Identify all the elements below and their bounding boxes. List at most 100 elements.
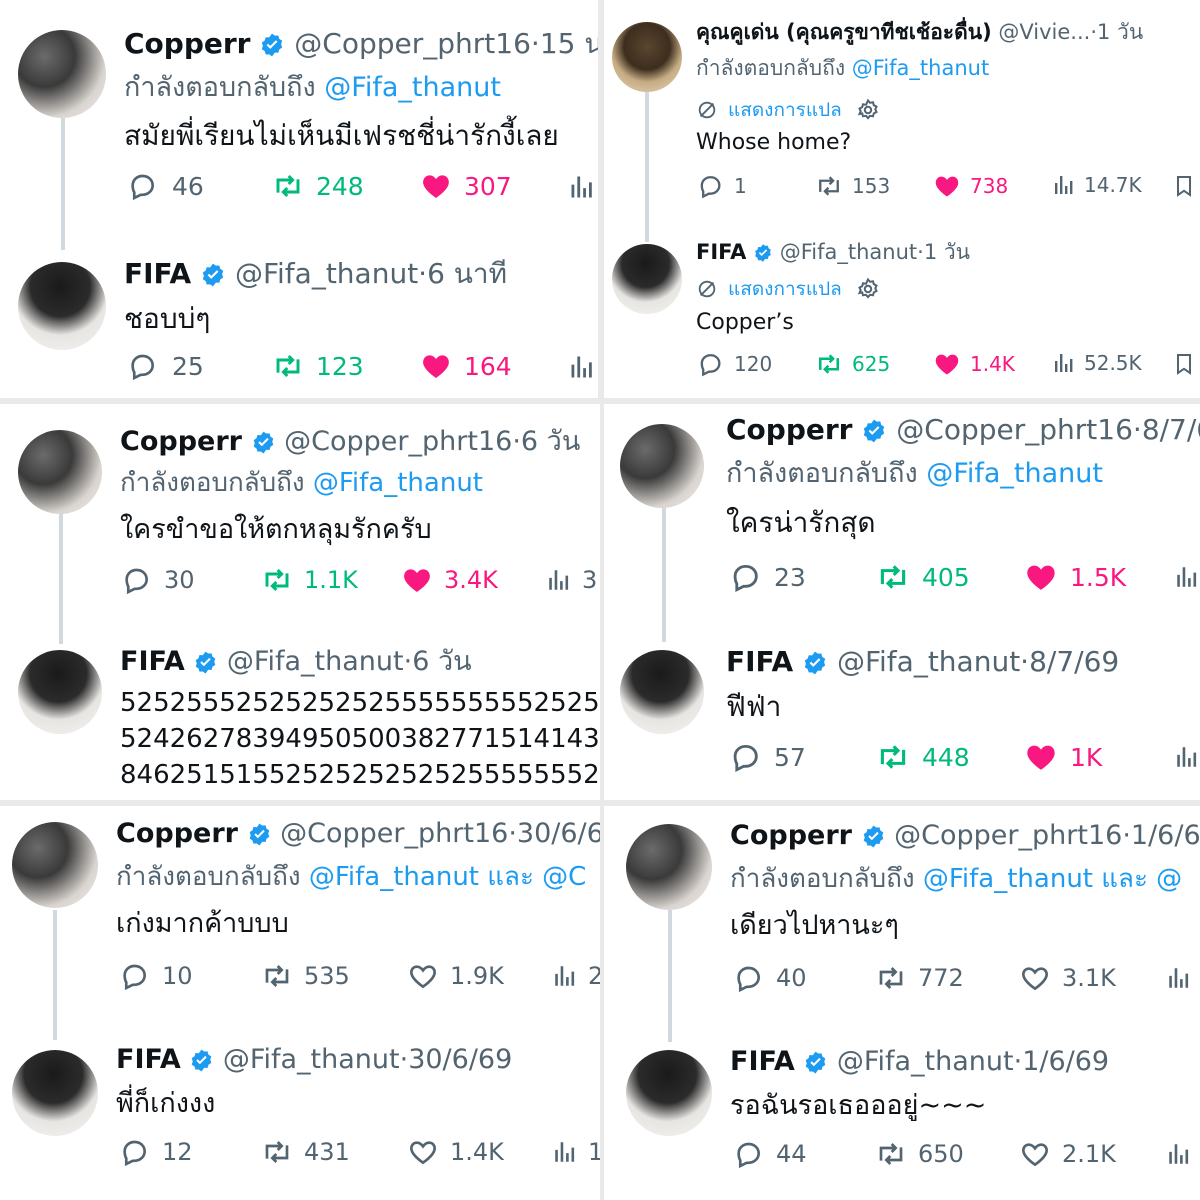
avatar[interactable] (18, 650, 102, 734)
display-name[interactable]: Copperr (726, 413, 852, 446)
views-button[interactable] (1166, 1140, 1192, 1168)
timestamp[interactable]: 6 วัน (412, 646, 471, 677)
avatar[interactable] (620, 424, 704, 508)
retweet-button[interactable]: 153 (814, 172, 890, 200)
display-name[interactable]: FIFA (124, 257, 191, 290)
handle[interactable]: @Fifa_thanut (227, 646, 404, 677)
like-button[interactable]: 1K (1022, 740, 1102, 774)
handle[interactable]: @Fifa_thanut (780, 240, 917, 264)
retweet-button[interactable]: 405 (874, 560, 970, 594)
reply-button[interactable]: 30 (120, 564, 195, 596)
reply-button[interactable]: 46 (126, 170, 204, 202)
like-button[interactable]: 307 (418, 170, 512, 202)
reply-button[interactable]: 12 (118, 1136, 193, 1168)
views-button[interactable] (1174, 562, 1200, 592)
views-button[interactable]: 1 (552, 1138, 600, 1166)
bookmark-button[interactable] (1172, 172, 1196, 200)
handle[interactable]: @Copper_phrt16 (280, 818, 508, 849)
display-name[interactable]: FIFA (730, 1046, 795, 1077)
reply-button[interactable]: 57 (728, 740, 806, 774)
reply-button[interactable]: 40 (732, 962, 807, 994)
avatar[interactable] (612, 22, 682, 92)
handle[interactable]: @Copper_phrt16 (284, 426, 512, 457)
retweet-button[interactable]: 535 (260, 960, 350, 992)
mention-link[interactable]: @Fifa_thanut (324, 72, 501, 103)
views-button[interactable]: 3 (546, 566, 597, 594)
views-button[interactable]: 52.5K (1052, 350, 1142, 376)
handle[interactable]: @Vivie... (998, 20, 1090, 44)
views-button[interactable] (568, 172, 596, 202)
handle[interactable]: @Fifa_thanut (837, 645, 1020, 678)
avatar[interactable] (626, 824, 712, 910)
like-button[interactable]: 738 (932, 172, 1008, 200)
gear-icon[interactable] (856, 277, 880, 301)
handle[interactable]: @Copper_phrt16 (294, 27, 531, 60)
avatar[interactable] (12, 1050, 98, 1136)
timestamp[interactable]: 6 นาที (427, 257, 507, 290)
like-button[interactable]: 3.1K (1018, 962, 1116, 994)
like-button[interactable]: 1.9K (406, 960, 504, 992)
like-button[interactable]: 164 (418, 350, 512, 382)
display-name[interactable]: FIFA (120, 646, 185, 677)
display-name[interactable]: คุณคูเด่น (คุณครูขาทีชเช้อะดื่น) (696, 20, 992, 44)
views-button[interactable]: 14.7K (1052, 172, 1142, 198)
retweet-button[interactable]: 772 (874, 962, 964, 994)
avatar[interactable] (18, 430, 102, 514)
views-button[interactable] (568, 352, 596, 382)
avatar[interactable] (620, 650, 704, 734)
timestamp[interactable]: 8/7/6 (1142, 413, 1200, 446)
handle[interactable]: @Fifa_thanut (837, 1046, 1014, 1077)
show-translation[interactable]: แสดงการแปล (696, 98, 880, 122)
reply-button[interactable]: 10 (118, 960, 193, 992)
reply-button[interactable]: 1 (696, 172, 747, 200)
reply-button[interactable]: 120 (696, 350, 772, 378)
timestamp[interactable]: 1/6/69 (1022, 1046, 1109, 1077)
avatar[interactable] (626, 1050, 712, 1136)
timestamp[interactable]: 15 นา (540, 27, 598, 60)
retweet-button[interactable]: 1.1K (260, 564, 358, 596)
retweet-button[interactable]: 650 (874, 1138, 964, 1170)
mention-link[interactable]: @Fifa_thanut และ @C (309, 862, 586, 892)
reply-button[interactable]: 44 (732, 1138, 807, 1170)
timestamp[interactable]: 8/7/69 (1029, 645, 1119, 678)
mention-link[interactable]: @Fifa_thanut (313, 468, 483, 498)
handle[interactable]: @Copper_phrt16 (896, 413, 1133, 446)
avatar[interactable] (12, 822, 98, 908)
reply-button[interactable]: 25 (126, 350, 204, 382)
avatar[interactable] (18, 30, 106, 118)
views-button[interactable]: 2 (552, 962, 600, 990)
display-name[interactable]: Copperr (120, 426, 242, 457)
show-translation[interactable]: แสดงการแปล (696, 277, 880, 301)
like-button[interactable]: 1.4K (932, 350, 1015, 378)
timestamp[interactable]: 30/6/69 (408, 1044, 512, 1075)
retweet-button[interactable]: 448 (874, 740, 970, 774)
like-button[interactable]: 1.4K (406, 1136, 504, 1168)
avatar[interactable] (612, 244, 682, 314)
display-name[interactable]: FIFA (726, 645, 793, 678)
reply-button[interactable]: 23 (728, 560, 806, 594)
display-name[interactable]: Copperr (116, 818, 238, 849)
like-button[interactable]: 3.4K (400, 564, 498, 596)
retweet-button[interactable]: 431 (260, 1136, 350, 1168)
retweet-button[interactable]: 625 (814, 350, 890, 378)
display-name[interactable]: FIFA (696, 240, 746, 264)
views-button[interactable] (1174, 742, 1200, 772)
timestamp[interactable]: 30/6/6 (517, 818, 600, 849)
display-name[interactable]: Copperr (730, 820, 852, 851)
retweet-button[interactable]: 248 (270, 170, 364, 202)
gear-icon[interactable] (856, 98, 880, 122)
like-button[interactable]: 1.5K (1022, 560, 1126, 594)
avatar[interactable] (18, 262, 106, 350)
bookmark-button[interactable] (1172, 350, 1196, 378)
mention-link[interactable]: @Fifa_thanut (926, 458, 1103, 489)
timestamp[interactable]: 1 วัน (924, 240, 970, 264)
timestamp[interactable]: 1 วัน (1097, 20, 1143, 44)
handle[interactable]: @Copper_phrt16 (894, 820, 1122, 851)
display-name[interactable]: FIFA (116, 1044, 181, 1075)
handle[interactable]: @Fifa_thanut (235, 257, 418, 290)
mention-link[interactable]: @Fifa_thanut (852, 56, 989, 80)
timestamp[interactable]: 1/6/6 (1131, 820, 1200, 851)
like-button[interactable]: 2.1K (1018, 1138, 1116, 1170)
retweet-button[interactable]: 123 (270, 350, 364, 382)
display-name[interactable]: Copperr (124, 27, 250, 60)
